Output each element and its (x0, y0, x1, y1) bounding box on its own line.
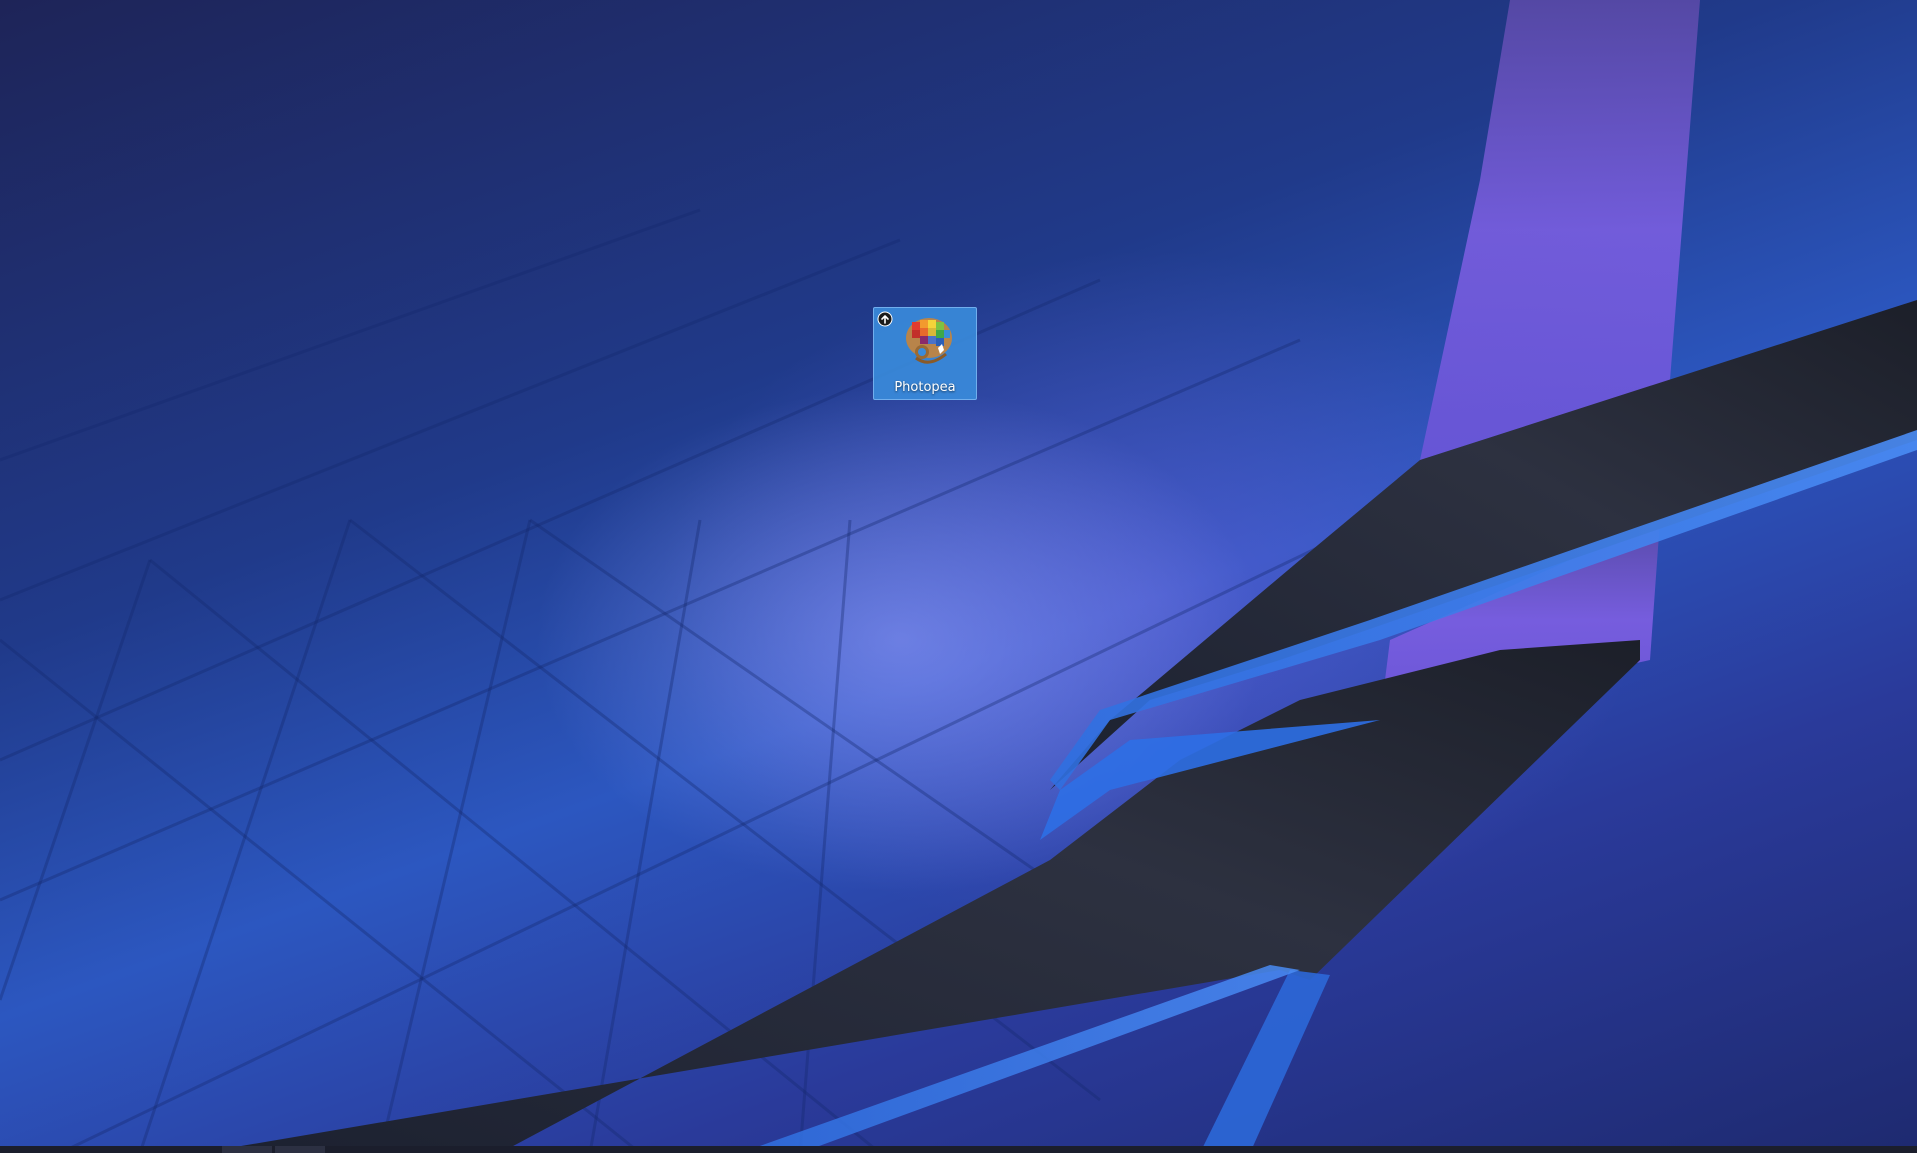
wallpaper (0, 0, 1917, 1153)
shortcut-arrow-icon (877, 311, 893, 327)
taskbar-button[interactable] (222, 1146, 272, 1153)
desktop-icon-label: Photopea (894, 380, 956, 395)
taskbar[interactable] (0, 1146, 1917, 1153)
desktop-shortcut-photopea[interactable]: Photopea (873, 307, 977, 400)
desktop[interactable]: Photopea (0, 0, 1917, 1153)
taskbar-button[interactable] (275, 1146, 325, 1153)
photopea-palette-icon (906, 318, 952, 364)
